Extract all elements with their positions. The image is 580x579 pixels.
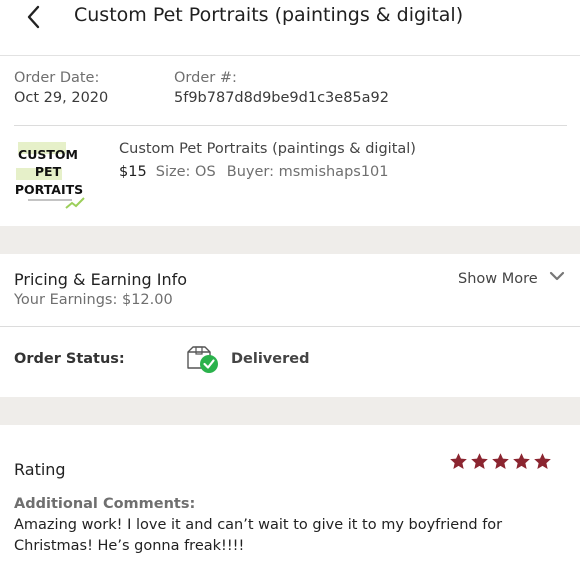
order-number-value: 5f9b787d8d9be9d1c3e85a92 — [174, 90, 389, 106]
star-icon — [533, 452, 552, 471]
rating-title: Rating — [14, 460, 66, 479]
star-icon — [491, 452, 510, 471]
divider — [0, 326, 580, 327]
item-size: Size: OS — [155, 164, 216, 180]
show-more-label: Show More — [458, 271, 538, 287]
pricing-title: Pricing & Earning Info — [14, 270, 188, 289]
thumbnail-line-2: PET — [35, 164, 62, 179]
item-buyer[interactable]: Buyer: msmishaps101 — [227, 164, 389, 180]
comments-label: Additional Comments: — [14, 496, 196, 512]
thumbnail-line-3: PORTAITS — [15, 182, 83, 197]
thumbnail-line-1: CUSTOM — [18, 147, 78, 162]
delivered-box-check-icon — [185, 343, 221, 375]
star-icon — [449, 452, 468, 471]
order-status-value: Delivered — [231, 351, 310, 367]
item-details: $15 Size: OS Buyer: msmishaps101 — [119, 161, 389, 180]
order-date-value: Oct 29, 2020 — [14, 90, 109, 106]
item-title[interactable]: Custom Pet Portraits (paintings & digita… — [119, 141, 416, 157]
item-thumbnail[interactable]: CUSTOM PET PORTAITS — [14, 140, 86, 210]
top-nav-bar: Custom Pet Portraits (paintings & digita… — [0, 0, 580, 56]
show-more-button[interactable]: Show More — [458, 268, 565, 290]
divider — [14, 125, 567, 126]
item-price: $15 — [119, 164, 147, 180]
chevron-down-icon — [549, 271, 564, 281]
earnings-text: Your Earnings: $12.00 — [14, 292, 173, 308]
page-title: Custom Pet Portraits (paintings & digita… — [74, 4, 464, 26]
section-spacer — [0, 226, 580, 254]
back-chevron-icon[interactable] — [22, 2, 48, 32]
order-number-label: Order #: — [174, 70, 237, 86]
order-status-label: Order Status: — [14, 351, 125, 367]
comments-text: Amazing work! I love it and can’t wait t… — [14, 517, 503, 554]
star-icon — [512, 452, 531, 471]
order-date-label: Order Date: — [14, 70, 100, 86]
star-icon — [470, 452, 489, 471]
section-spacer — [0, 397, 580, 425]
thumbnail-art: CUSTOM PET PORTAITS — [15, 142, 85, 209]
